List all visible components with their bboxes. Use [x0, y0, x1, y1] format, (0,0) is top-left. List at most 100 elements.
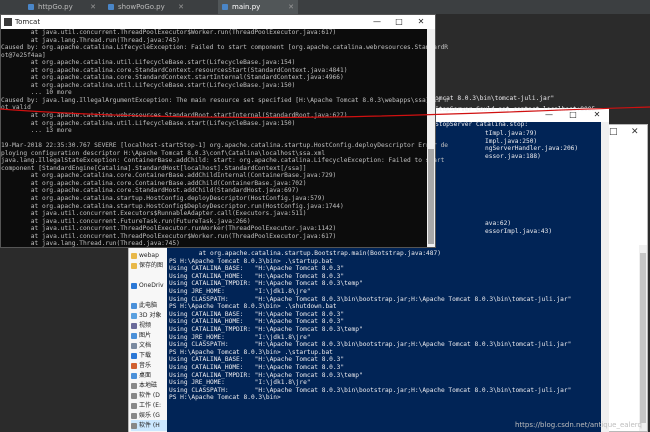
maximize-icon[interactable]: □ — [389, 15, 409, 29]
nav-item-label: 3D 对象 — [139, 312, 162, 319]
video-icon — [131, 322, 137, 329]
nav-item-label: 音乐 — [139, 362, 152, 369]
console-line: at java.util.concurrent.FutureTask.run(F… — [30, 217, 251, 225]
console-line: PS H:\Apache Tomcat 8.0.3\bin> .\startup… — [169, 257, 333, 265]
console-line: at org.apache.catalina.util.LifecycleBas… — [30, 81, 296, 89]
nav-item-label: 下载 — [139, 352, 152, 359]
close-icon[interactable]: ✕ — [178, 0, 184, 14]
console-line: Using CATALINA_TMPDIR: "H:\Apache Tomcat… — [169, 280, 363, 288]
nav-item[interactable]: OneDriv — [131, 280, 164, 291]
console-line: at org.apache.catalina.startup.HostConfi… — [30, 195, 326, 203]
console-line: Impl.java:250) — [485, 137, 538, 145]
nav-item-label: 图片 — [139, 332, 152, 339]
console-line: Using CATALINA_TMPDIR: "H:\Apache Tomcat… — [169, 325, 363, 333]
console-line: at org.apache.catalina.core.ContainerBas… — [30, 172, 337, 180]
folder-icon — [131, 252, 137, 259]
python-file-icon — [108, 4, 114, 10]
console-line: java.lang.IllegalStateException: Contain… — [1, 157, 444, 165]
drive-icon — [131, 392, 137, 399]
console-line: at java.util.concurrent.Executors$Runnab… — [30, 210, 307, 218]
close-icon[interactable]: ✕ — [411, 15, 431, 29]
console-line: essor.java:188) — [485, 152, 541, 160]
console-line: Using CATALINA_BASE: "H:\Apache Tomcat 8… — [169, 265, 345, 273]
tab-main[interactable]: main.py ✕ — [218, 0, 298, 14]
minimize-icon[interactable]: — — [367, 15, 387, 29]
picture-icon — [131, 332, 137, 339]
tab-httpgo[interactable]: httpGo.py ✕ — [24, 0, 100, 14]
console-line: Using CLASSPATH: "H:\Apache Tomcat 8.0.3… — [169, 295, 572, 303]
drive-icon — [131, 382, 137, 389]
close-icon[interactable]: ✕ — [288, 0, 294, 14]
window-title: Tomcat — [15, 18, 41, 26]
console-line: Using CATALINA_TMPDIR: "H:\Apache Tomcat… — [169, 371, 363, 379]
tomcat-titlebar: Tomcat — □ ✕ — [1, 15, 435, 29]
ide-tab-bar: httpGo.py ✕ showPoGo.py ✕ main.py ✕ — [0, 0, 650, 14]
console-icon — [4, 18, 12, 26]
nav-item-label: 文档 — [139, 342, 152, 349]
console-line: at org.apache.catalina.startup.HostConfi… — [30, 202, 344, 210]
console-line: ... 10 more — [30, 89, 72, 97]
console-line: Using CATALINA_BASE: "H:\Apache Tomcat 8… — [169, 310, 345, 318]
console-line: at java.util.concurrent.ThreadPoolExecut… — [30, 29, 337, 36]
nav-item-label: 此电脑 — [139, 302, 158, 309]
console-line: at org.apache.catalina.util.LifecycleBas… — [30, 59, 296, 67]
drive-icon — [131, 412, 137, 419]
console-line: Using CATALINA_HOME: "H:\Apache Tomcat 8… — [169, 363, 345, 371]
console-line: Caused by: org.apache.catalina.Lifecycle… — [1, 44, 449, 52]
console-line: PS H:\Apache Tomcat 8.0.3\bin> — [169, 394, 281, 402]
nav-item-label: webap — [139, 252, 159, 259]
ps-output-fragment: tImpl.java:79) Impl.java:250) ngServerHa… — [485, 130, 578, 160]
console-line: at org.apache.catalina.util.LifecycleBas… — [30, 119, 296, 127]
console-line: PS H:\Apache Tomcat 8.0.3\bin> .\startup… — [169, 348, 333, 356]
console-line: ngServerHandler.java:206) — [485, 145, 579, 153]
ps-output-fragment: ava:62) essorImpl.java:43) — [485, 220, 552, 235]
nav-item-label: 本地磁 — [139, 382, 158, 389]
console-line: at java.lang.Thread.run(Thread.java:745) — [30, 240, 180, 248]
console-line: Using CATALINA_HOME: "H:\Apache Tomcat 8… — [169, 318, 345, 326]
nav-item[interactable]: 保存的图 — [131, 260, 163, 271]
tomcat-scrollbar[interactable] — [427, 29, 435, 247]
console-line: Caused by: java.lang.IllegalArgumentExce… — [1, 96, 449, 104]
close-icon[interactable]: ✕ — [631, 127, 639, 137]
explorer-scrollbar[interactable] — [639, 245, 647, 431]
tab-showpogo[interactable]: showPoGo.py ✕ — [104, 0, 188, 14]
nav-item-label: 工作 (E: — [139, 402, 162, 409]
console-line: ... 13 more — [30, 127, 72, 135]
nav-item-label: 娱乐 (G — [139, 412, 160, 419]
nav-item[interactable]: 软件 (H — [131, 420, 167, 431]
maximize-icon[interactable]: □ — [609, 127, 618, 137]
ps-output-fragment: omcat 8.0.3\bin\tomcat-juli.jar" — [435, 95, 555, 102]
console-line: ava:62) — [485, 220, 512, 227]
ps-scrollbar[interactable] — [601, 122, 609, 432]
console-line: essorImpl.java:43) — [485, 227, 553, 235]
console-line: 19-Mar-2018 22:35:30.767 SEVERE [localho… — [1, 142, 449, 150]
drive-icon — [131, 422, 137, 429]
console-line: Using CATALINA_BASE: "H:\Apache Tomcat 8… — [169, 356, 345, 364]
console-line: Using JRE_HOME: "I:\jdk1.8\jre" — [169, 333, 311, 341]
console-line: at org.apache.catalina.core.StandardCont… — [30, 66, 348, 74]
cube-icon — [131, 312, 137, 319]
console-line: ot valid — [1, 104, 31, 112]
music-icon — [131, 362, 137, 369]
console-line: at org.apache.catalina.startup.Bootstrap… — [198, 250, 441, 257]
download-icon — [131, 352, 137, 359]
close-icon[interactable]: ✕ — [90, 0, 96, 14]
tomcat-console-output[interactable]: at java.util.concurrent.ThreadPoolExecut… — [1, 29, 448, 248]
nav-item-label: OneDriv — [139, 282, 164, 289]
console-line: Using CLASSPATH: "H:\Apache Tomcat 8.0.3… — [169, 386, 572, 394]
python-file-icon — [222, 4, 228, 10]
python-file-icon — [28, 4, 34, 10]
nav-item-label: 视频 — [139, 322, 152, 329]
console-line: StopServer Catalina.stop: — [435, 121, 529, 129]
console-line: PS H:\Apache Tomcat 8.0.3\bin> .\shutdow… — [169, 303, 337, 311]
console-line: Using JRE_HOME: "I:\jdk1.8\jre" — [169, 287, 311, 295]
document-icon — [131, 342, 137, 349]
folder-icon — [131, 262, 137, 269]
ps-output-fragment: StopServer Could not contact localhost:8… — [435, 106, 599, 129]
console-line: at java.util.concurrent.ThreadPoolExecut… — [30, 232, 337, 240]
console-line: Using CATALINA_HOME: "H:\Apache Tomcat 8… — [169, 272, 345, 280]
drive-icon — [131, 402, 137, 409]
console-line: at org.apache.catalina.core.StandardHost… — [30, 187, 300, 195]
ps-console-output[interactable]: at org.apache.catalina.startup.Bootstrap… — [169, 250, 571, 402]
console-line: at org.apache.catalina.core.StandardCont… — [30, 74, 344, 82]
